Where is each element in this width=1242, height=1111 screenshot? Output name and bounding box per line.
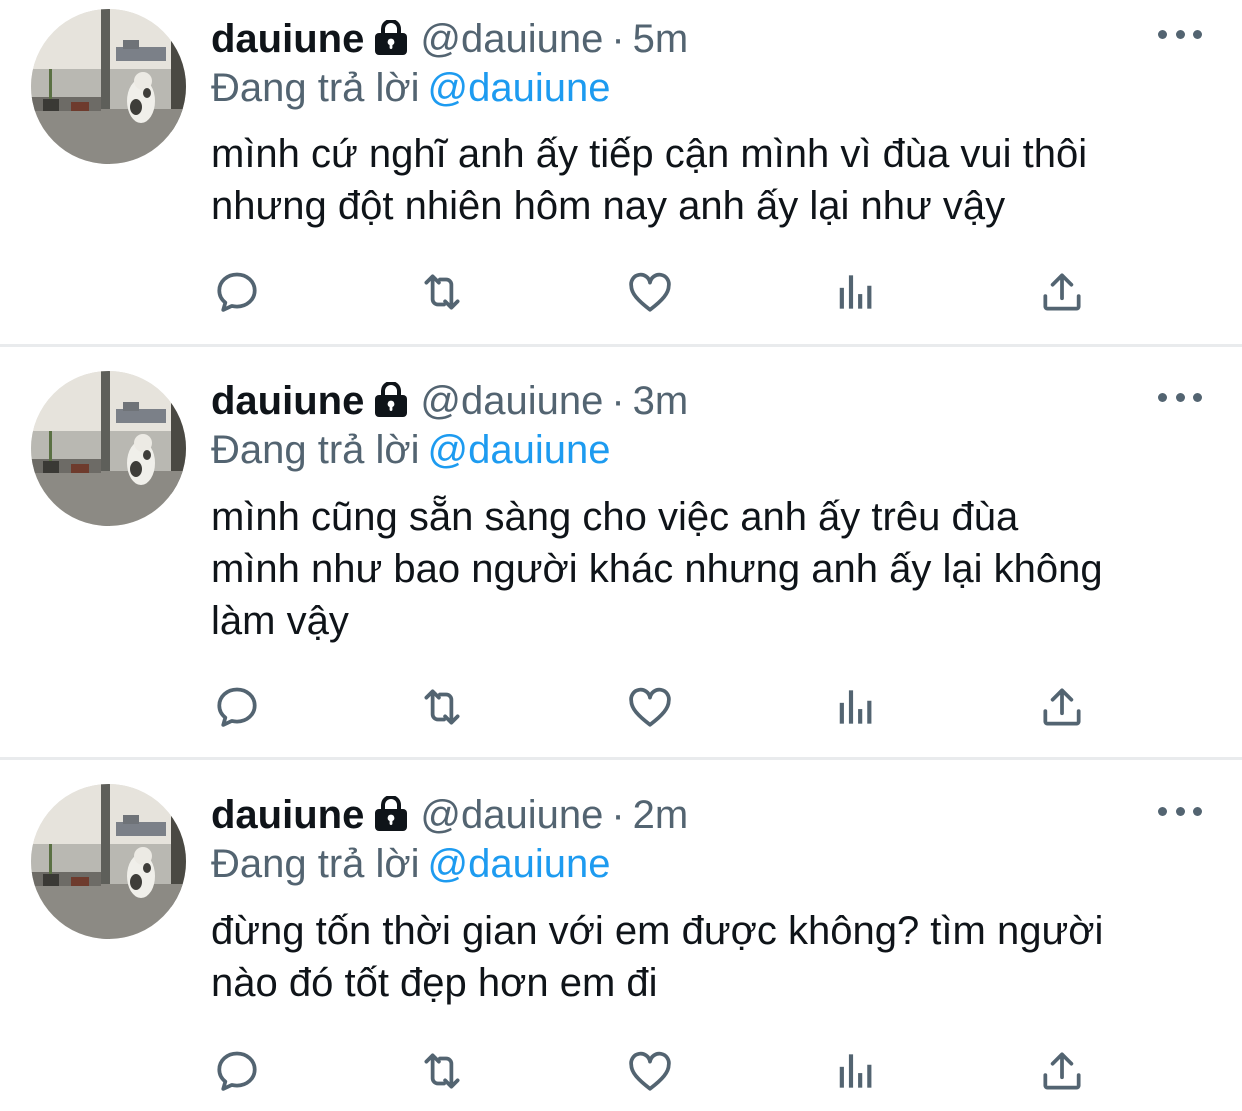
mention-link[interactable]: @dauiune (428, 428, 611, 472)
analytics-icon (831, 267, 881, 317)
retweet-button[interactable] (414, 264, 470, 320)
action-bar (0, 264, 1242, 324)
like-button[interactable] (622, 1043, 678, 1099)
tweet[interactable]: dauiune @dauiune · 3m Đang trả lời @dauiune … (0, 347, 1242, 757)
separator: · (611, 17, 625, 61)
tweet-text: mình cứ nghĩ anh ấy tiếp cận mình vì đùa… (211, 132, 1088, 228)
reply-icon (212, 682, 262, 732)
lock-icon (372, 20, 410, 56)
tweet-header: dauiune @dauiune · 2m (211, 790, 688, 840)
tweet-header: dauiune @dauiune · 3m (211, 376, 688, 426)
display-name[interactable]: dauiune (211, 379, 364, 423)
reply-button[interactable] (209, 679, 265, 735)
tweet-header: dauiune @dauiune · 5m (211, 14, 688, 64)
like-button[interactable] (622, 679, 678, 735)
avatar[interactable] (31, 371, 186, 526)
replying-to-label: Đang trả lời (211, 428, 420, 472)
tweet-text: mình cũng sẵn sàng cho việc anh ấy trêu … (211, 495, 1103, 643)
separator: · (611, 379, 625, 423)
display-name[interactable]: dauiune (211, 17, 364, 61)
tweet-text: đừng tốn thời gian với em được không? tì… (211, 909, 1104, 1005)
retweet-icon (417, 267, 467, 317)
replying-to: Đang trả lời @dauiune (211, 426, 611, 474)
share-icon (1037, 267, 1087, 317)
retweet-button[interactable] (414, 1043, 470, 1099)
timestamp[interactable]: 3m (633, 379, 689, 423)
user-handle[interactable]: @dauiune (420, 793, 603, 837)
more-icon[interactable] (1158, 387, 1202, 407)
action-bar (0, 1043, 1242, 1103)
display-name[interactable]: dauiune (211, 793, 364, 837)
replying-to: Đang trả lời @dauiune (211, 64, 611, 112)
analytics-button[interactable] (828, 264, 884, 320)
share-button[interactable] (1034, 264, 1090, 320)
user-handle[interactable]: @dauiune (420, 17, 603, 61)
tweet[interactable]: dauiune @dauiune · 5m Đang trả lời @dauiune … (0, 0, 1242, 344)
share-icon (1037, 1046, 1087, 1096)
share-button[interactable] (1034, 1043, 1090, 1099)
heart-icon (625, 1046, 675, 1096)
share-button[interactable] (1034, 679, 1090, 735)
separator: · (611, 793, 625, 837)
replying-to: Đang trả lời @dauiune (211, 840, 611, 888)
retweet-icon (417, 682, 467, 732)
analytics-button[interactable] (828, 679, 884, 735)
mention-link[interactable]: @dauiune (428, 842, 611, 886)
action-bar (0, 679, 1242, 739)
analytics-icon (831, 1046, 881, 1096)
more-icon[interactable] (1158, 24, 1202, 44)
replying-to-label: Đang trả lời (211, 842, 420, 886)
reply-button[interactable] (209, 264, 265, 320)
avatar[interactable] (31, 784, 186, 939)
analytics-icon (831, 682, 881, 732)
retweet-icon (417, 1046, 467, 1096)
heart-icon (625, 267, 675, 317)
retweet-button[interactable] (414, 679, 470, 735)
timestamp[interactable]: 5m (633, 17, 689, 61)
mention-link[interactable]: @dauiune (428, 66, 611, 110)
avatar[interactable] (31, 9, 186, 164)
replying-to-label: Đang trả lời (211, 66, 420, 110)
like-button[interactable] (622, 264, 678, 320)
heart-icon (625, 682, 675, 732)
more-icon[interactable] (1158, 801, 1202, 821)
timestamp[interactable]: 2m (633, 793, 689, 837)
lock-icon (372, 796, 410, 832)
reply-button[interactable] (209, 1043, 265, 1099)
user-handle[interactable]: @dauiune (420, 379, 603, 423)
share-icon (1037, 682, 1087, 732)
tweet[interactable]: dauiune @dauiune · 2m Đang trả lời @dauiune … (0, 760, 1242, 1111)
lock-icon (372, 382, 410, 418)
reply-icon (212, 267, 262, 317)
analytics-button[interactable] (828, 1043, 884, 1099)
reply-icon (212, 1046, 262, 1096)
